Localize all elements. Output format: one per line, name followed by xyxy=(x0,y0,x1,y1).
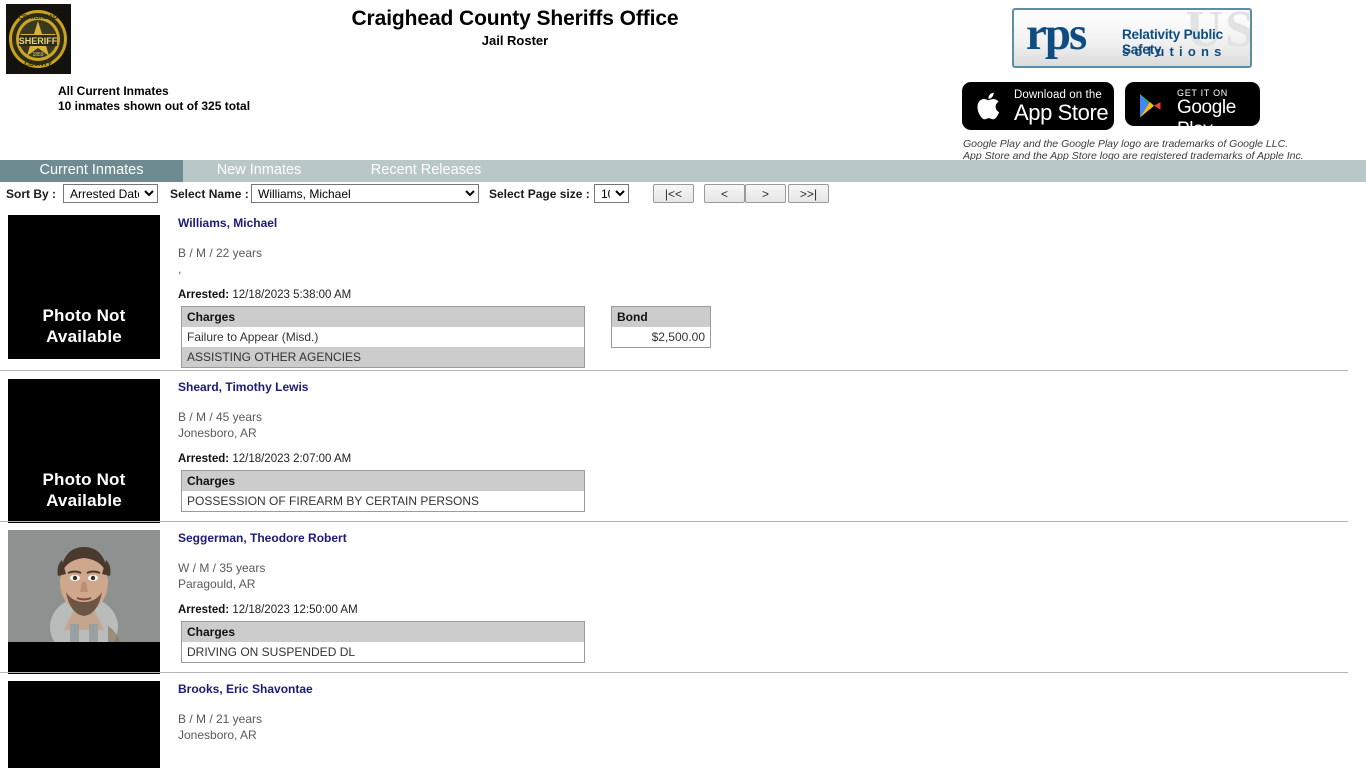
inmate-city-state: , xyxy=(178,262,182,276)
photo-not-available-label: Photo Not Available xyxy=(42,306,126,346)
page-header: SHERIFF 1859 CRAIGHEAD COUNTY Craighead … xyxy=(0,0,1366,162)
charges-column-header: Charges xyxy=(181,470,585,491)
summary-line-current: All Current Inmates xyxy=(58,84,169,98)
charge-cell: Failure to Appear (Misd.) xyxy=(181,327,585,347)
inmate-record: Photo Not Available Sheard, Timothy Lewis B… xyxy=(0,370,1366,523)
photo-not-available-placeholder: Photo NotAvailable xyxy=(8,215,160,359)
select-name-select[interactable]: Williams, Michael xyxy=(251,184,479,203)
inmate-city-state: Jonesboro, AR xyxy=(178,728,257,742)
last-page-button[interactable]: >>| xyxy=(788,184,829,203)
inmate-record-body: Seggerman, Theodore Robert W / M / 35 yea… xyxy=(0,522,1366,674)
tab-recent-releases[interactable]: Recent Releases xyxy=(345,160,507,182)
sort-by-select[interactable]: Arrested Date xyxy=(63,184,158,203)
table-row: DRIVING ON SUSPENDED DL xyxy=(181,642,585,663)
google-play-label: Google Play xyxy=(1177,97,1236,126)
arrested-label: Arrested: xyxy=(178,604,233,616)
inmate-demographics: B / M / 22 years xyxy=(178,246,263,260)
charges-table: Charges POSSESSION OF FIREARM BY CERTAIN … xyxy=(181,470,585,512)
inmate-name-link[interactable]: Seggerman, Theodore Robert xyxy=(178,531,347,545)
charge-cell: POSSESSION OF FIREARM BY CERTAIN PERSONS xyxy=(181,491,585,512)
rps-logo[interactable]: US rps Relativity Public Safety solution… xyxy=(1012,8,1252,68)
tab-new-inmates[interactable]: New Inmates xyxy=(183,160,335,182)
charges-and-bond-tables: Charges POSSESSION OF FIREARM BY CERTAIN … xyxy=(178,470,1366,513)
charges-table: Charges Failure to Appear (Misd.) ASSISTIN… xyxy=(181,306,585,368)
charges-and-bond-tables: Charges Failure to Appear (Misd.) ASSISTIN… xyxy=(178,306,1366,370)
charges-table: Charges DRIVING ON SUSPENDED DL xyxy=(181,621,585,663)
roster-summary: All Current Inmates 10 inmates shown out… xyxy=(58,84,250,114)
inmate-record-body: Photo Not Available Sheard, Timothy Lewis B… xyxy=(0,371,1366,523)
inmate-arrested-date: Arrested: 12/18/2023 12:50:00 AM xyxy=(178,603,1366,617)
arrested-label: Arrested: xyxy=(178,453,233,465)
inmate-details: Seggerman, Theodore Robert W / M / 35 yea… xyxy=(178,522,1366,664)
inmate-demographics: B / M / 21 years xyxy=(178,712,263,726)
charge-cell: ASSISTING OTHER AGENCIES xyxy=(181,347,585,368)
google-play-icon xyxy=(1138,92,1164,125)
next-page-button[interactable]: > xyxy=(745,184,786,203)
bond-column-header: Bond xyxy=(611,306,711,327)
inmate-record-body: Photo NotAvailable Brooks, Eric Shavontae… xyxy=(0,673,1366,768)
table-row: POSSESSION OF FIREARM BY CERTAIN PERSONS xyxy=(181,491,585,512)
charges-and-bond-tables: Charges DRIVING ON SUSPENDED DL xyxy=(178,621,1366,664)
inmate-demographics: B / M / 45 years xyxy=(178,410,263,424)
inmate-arrested-date: Arrested: 12/18/2023 2:07:00 AM xyxy=(178,452,1366,466)
charge-cell: DRIVING ON SUSPENDED DL xyxy=(181,642,585,663)
charges-column-header: Charges xyxy=(181,621,585,642)
previous-page-button[interactable]: < xyxy=(704,184,745,203)
charges-column-header: Charges xyxy=(181,306,585,327)
page-title: Craighead County Sheriffs Office xyxy=(351,7,679,30)
bond-amount-cell: $2,500.00 xyxy=(611,327,711,348)
rps-wordmark: rps xyxy=(1026,8,1087,60)
google-play-button[interactable]: GET IT ON Google Play xyxy=(1125,82,1260,126)
arrested-value: 12/18/2023 12:50:00 AM xyxy=(232,604,358,616)
photo-not-available-label: Photo Not Available xyxy=(42,470,126,510)
svg-text:1859: 1859 xyxy=(32,52,43,58)
photo-not-available-placeholder: Photo NotAvailable xyxy=(8,379,160,523)
inmate-record: Seggerman, Theodore Robert W / M / 35 yea… xyxy=(0,521,1366,674)
inmate-details: Sheard, Timothy Lewis B / M / 45 years Jon… xyxy=(178,371,1366,513)
bond-table: Bond $2,500.00 xyxy=(611,306,711,348)
summary-line-count: 10 inmates shown out of 325 total xyxy=(58,99,251,113)
trademark-google: Google Play and the Google Play logo are… xyxy=(963,138,1289,150)
inmate-name-link[interactable]: Williams, Michael xyxy=(178,216,277,230)
inmate-record: Photo Not Available Williams, Michael B / M… xyxy=(0,207,1366,370)
tab-current-inmates[interactable]: Current Inmates xyxy=(0,160,183,182)
arrested-value: 12/18/2023 2:07:00 AM xyxy=(232,453,352,465)
mugshot-image xyxy=(8,530,160,642)
inmate-city-state: Jonesboro, AR xyxy=(178,426,257,440)
inmate-name-link[interactable]: Sheard, Timothy Lewis xyxy=(178,380,308,394)
inmate-details: Brooks, Eric Shavontae B / M / 21 years Jo… xyxy=(178,673,1366,743)
table-row: Failure to Appear (Misd.) xyxy=(181,327,585,347)
svg-text:COUNTY: COUNTY xyxy=(24,61,52,68)
main-tab-bar: Current Inmates New Inmates Recent Relea… xyxy=(0,160,1366,182)
arrested-label: Arrested: xyxy=(178,289,233,301)
trademark-notice: Google Play and the Google Play logo are… xyxy=(963,138,1304,162)
rps-tagline-line2: solutions xyxy=(1122,44,1227,59)
sort-by-label: Sort By : xyxy=(6,187,57,201)
page-subtitle: Jail Roster xyxy=(481,33,549,48)
apple-icon xyxy=(976,90,1004,127)
page-title-block: Craighead County Sheriffs Office Jail Ro… xyxy=(0,6,1030,49)
inmate-demographics: W / M / 35 years xyxy=(178,561,266,575)
app-store-button[interactable]: Download on the App Store xyxy=(962,82,1114,130)
inmate-roster-list: Photo Not Available Williams, Michael B / M… xyxy=(0,207,1366,768)
roster-toolbar: Sort By : Arrested Date Select Name : Wi… xyxy=(0,182,1366,207)
app-store-label: App Store xyxy=(1014,100,1109,125)
inmate-mugshot xyxy=(8,530,160,674)
inmate-record: Photo NotAvailable Brooks, Eric Shavontae… xyxy=(0,672,1366,768)
inmate-details: Williams, Michael B / M / 22 years, Arrest… xyxy=(178,207,1366,370)
first-page-button[interactable]: |<< xyxy=(653,184,694,203)
page-size-label: Select Page size : xyxy=(489,187,590,201)
table-row: ASSISTING OTHER AGENCIES xyxy=(181,347,585,368)
table-row: $2,500.00 xyxy=(611,327,711,348)
page-size-select[interactable]: 10 xyxy=(594,184,629,203)
inmate-city-state: Paragould, AR xyxy=(178,577,256,591)
photo-not-available-placeholder: Photo NotAvailable xyxy=(8,681,160,768)
inmate-name-link[interactable]: Brooks, Eric Shavontae xyxy=(178,682,313,696)
inmate-record-body: Photo Not Available Williams, Michael B / M… xyxy=(0,207,1366,370)
arrested-value: 12/18/2023 5:38:00 AM xyxy=(232,289,352,301)
select-name-label: Select Name : xyxy=(170,187,249,201)
inmate-arrested-date: Arrested: 12/18/2023 5:38:00 AM xyxy=(178,288,1366,302)
